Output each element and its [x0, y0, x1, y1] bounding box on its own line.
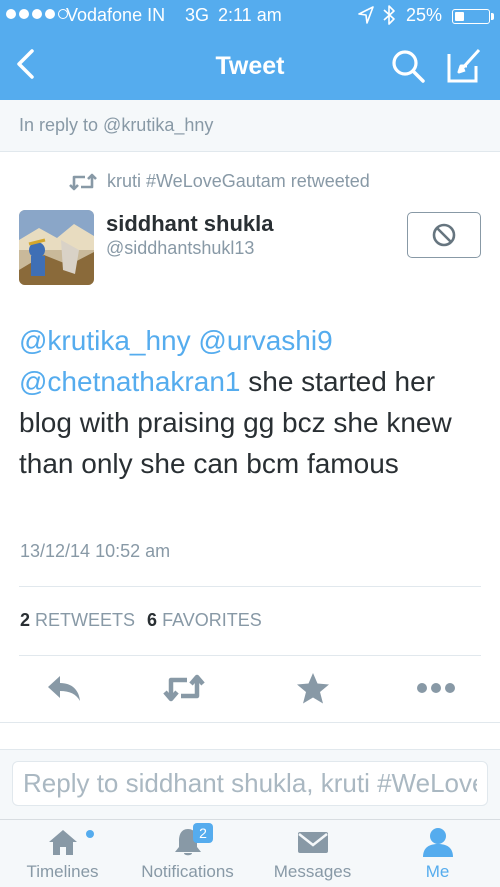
tab-label: Notifications [141, 862, 234, 881]
block-icon [432, 223, 456, 247]
reply-bar [0, 749, 500, 819]
compose-icon[interactable] [445, 46, 483, 84]
tweet-text: @krutika_hny @urvashi9 @chetnathakran1 s… [19, 320, 489, 484]
more-button[interactable] [416, 668, 456, 708]
signal-strength-icon [6, 9, 68, 19]
more-dots-icon [417, 683, 455, 693]
reply-input[interactable] [12, 761, 488, 806]
retweeted-by-label: kruti #WeLoveGautam retweeted [107, 171, 370, 191]
notification-badge: 2 [193, 823, 213, 843]
tab-label: Me [425, 862, 450, 881]
person-icon [422, 828, 453, 857]
divider [0, 722, 500, 723]
divider [19, 586, 481, 587]
battery-percent: 25% [406, 5, 443, 25]
retweet-button[interactable] [162, 668, 206, 708]
block-button[interactable] [407, 212, 481, 258]
tab-notifications[interactable]: 2 Notifications [125, 820, 250, 887]
top-bar: Vodafone IN 3G 2:11 am 25% Tweet [0, 0, 500, 100]
tab-messages[interactable]: Messages [250, 820, 375, 887]
star-icon [297, 673, 329, 704]
author-handle[interactable]: @siddhantshukl13 [106, 238, 254, 259]
search-icon[interactable] [390, 48, 426, 84]
bluetooth-icon [383, 5, 395, 25]
home-icon [48, 830, 77, 855]
retweeted-by[interactable]: kruti #WeLoveGautam retweeted [68, 171, 370, 192]
envelope-icon [297, 832, 328, 853]
favorites-label: FAVORITES [162, 610, 262, 630]
retweets-count: 2 [20, 610, 31, 630]
author-name[interactable]: siddhant shukla [106, 211, 273, 237]
battery-icon [452, 9, 490, 24]
network-type: 3G [185, 5, 210, 25]
carrier-name: Vodafone IN [66, 5, 166, 25]
divider [19, 655, 481, 656]
tweet-timestamp: 13/12/14 10:52 am [20, 541, 171, 561]
mention-link[interactable]: @chetnathakran1 [19, 366, 240, 397]
tab-me[interactable]: Me [375, 820, 500, 887]
location-arrow-icon [358, 6, 374, 24]
tab-label: Timelines [26, 862, 99, 881]
retweet-icon [69, 173, 97, 190]
status-time: 2:11 am [218, 5, 282, 25]
avatar[interactable] [19, 210, 94, 285]
tab-timelines[interactable]: Timelines [0, 820, 125, 887]
mention-link[interactable]: @krutika_hny [19, 325, 191, 356]
tab-label: Messages [273, 862, 352, 881]
chevron-left-icon[interactable] [12, 46, 42, 82]
status-bar: Vodafone IN 3G 2:11 am 25% [0, 0, 500, 32]
retweets-label: RETWEETS [35, 610, 136, 630]
retweet-icon [163, 674, 205, 702]
tweet-stats[interactable]: 2 RETWEETS 6 FAVORITES [20, 610, 262, 631]
reply-icon [48, 676, 80, 701]
battery-tip [491, 13, 494, 20]
mention-link[interactable]: @urvashi9 [198, 325, 332, 356]
tweet-actions [0, 668, 500, 718]
tab-bar: Timelines 2 Notifications Messages Me [0, 819, 500, 887]
new-content-dot [86, 830, 94, 838]
reply-context[interactable]: In reply to @krutika_hny [0, 100, 500, 152]
page-title: Tweet [215, 52, 285, 80]
favorites-count: 6 [147, 610, 158, 630]
favorite-button[interactable] [293, 668, 333, 708]
reply-button[interactable] [44, 668, 84, 708]
